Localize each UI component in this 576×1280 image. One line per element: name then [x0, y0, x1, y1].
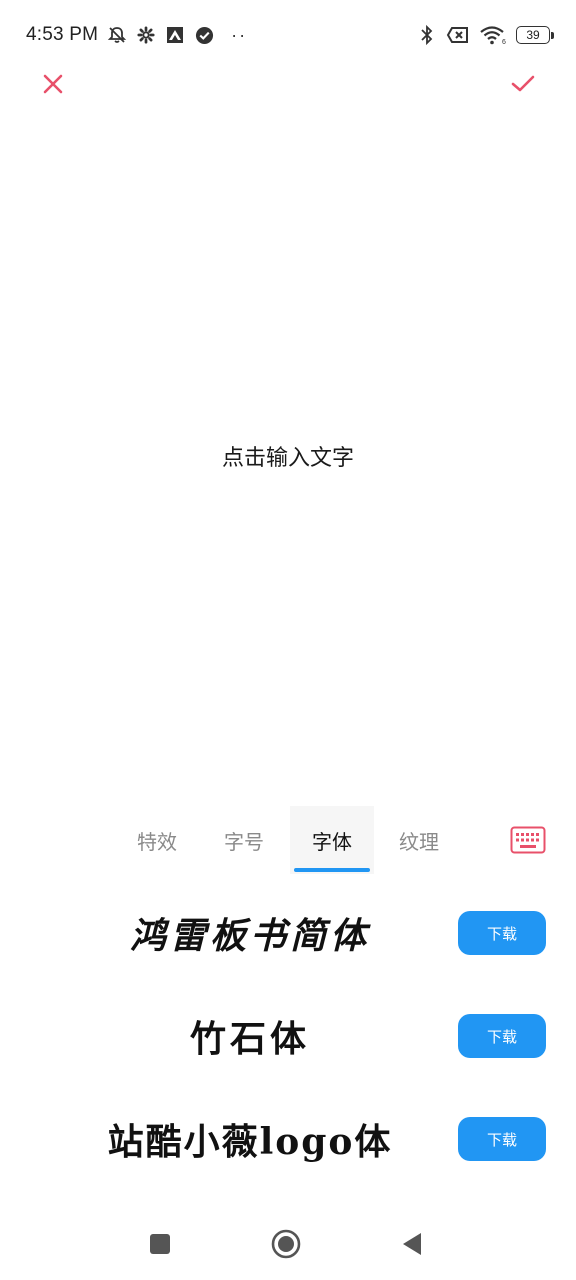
status-bar: 4:53 PM ·· 6 39	[0, 0, 576, 70]
battery-level: 39	[526, 28, 540, 42]
tab-texture-label: 纹理	[399, 829, 439, 854]
tab-effects-label: 特效	[137, 829, 177, 854]
mute-icon	[107, 25, 127, 45]
status-left: 4:53 PM ··	[26, 24, 247, 46]
bluetooth-icon	[417, 24, 437, 46]
back-button[interactable]	[392, 1224, 432, 1264]
recents-button[interactable]	[140, 1224, 180, 1264]
font-preview-name[interactable]: 竹石体	[0, 991, 500, 1081]
more-dots-icon: ··	[231, 24, 248, 45]
status-time: 4:53 PM	[26, 24, 99, 45]
close-icon	[43, 74, 63, 94]
font-preview-name[interactable]: 鸿雷板书简体	[0, 888, 500, 978]
tab-font-label: 字体	[312, 829, 352, 854]
tab-font-size[interactable]: 字号	[202, 806, 286, 874]
font-preview-name[interactable]: 站酷小薇logo体	[0, 1094, 500, 1184]
font-list-item: 站酷小薇logo体 下载	[0, 1094, 576, 1184]
tab-font[interactable]: 字体	[290, 806, 374, 874]
font-list-item: 鸿雷板书简体 下载	[0, 888, 576, 978]
text-editor-screen: 4:53 PM ·· 6 39 点击输入文字 特效 字号 字体 纹理 鸿雷板书简…	[0, 0, 576, 1280]
back-triangle-icon	[403, 1233, 421, 1255]
tab-font-size-label: 字号	[224, 829, 264, 854]
download-button[interactable]: 下载	[458, 1117, 546, 1161]
keyboard-button[interactable]	[510, 824, 546, 856]
keyboard-icon	[510, 826, 546, 854]
status-right: 6 39	[417, 24, 554, 46]
sim-x-icon	[446, 25, 470, 45]
square-icon	[150, 1234, 170, 1254]
download-button[interactable]: 下载	[458, 911, 546, 955]
check-icon	[511, 75, 535, 92]
active-tab-indicator	[294, 868, 370, 872]
home-button[interactable]	[266, 1224, 306, 1264]
svg-text:6: 6	[502, 39, 506, 45]
confirm-button[interactable]	[503, 64, 543, 104]
tab-effects[interactable]: 特效	[115, 806, 199, 874]
wifi-icon: 6	[479, 25, 507, 45]
circle-icon	[271, 1229, 301, 1259]
system-nav-bar	[0, 1210, 576, 1280]
text-canvas[interactable]: 点击输入文字	[0, 110, 576, 800]
style-tab-bar: 特效 字号 字体 纹理	[0, 806, 576, 876]
battery-icon: 39	[516, 26, 554, 44]
check-circle-icon	[194, 25, 214, 45]
text-input-placeholder[interactable]: 点击输入文字	[0, 440, 576, 472]
tab-texture[interactable]: 纹理	[377, 806, 461, 874]
font-list-item: 竹石体 下载	[0, 991, 576, 1081]
gear-icon	[136, 25, 156, 45]
close-button[interactable]	[33, 64, 73, 104]
app-icon	[165, 25, 185, 45]
download-button[interactable]: 下载	[458, 1014, 546, 1058]
